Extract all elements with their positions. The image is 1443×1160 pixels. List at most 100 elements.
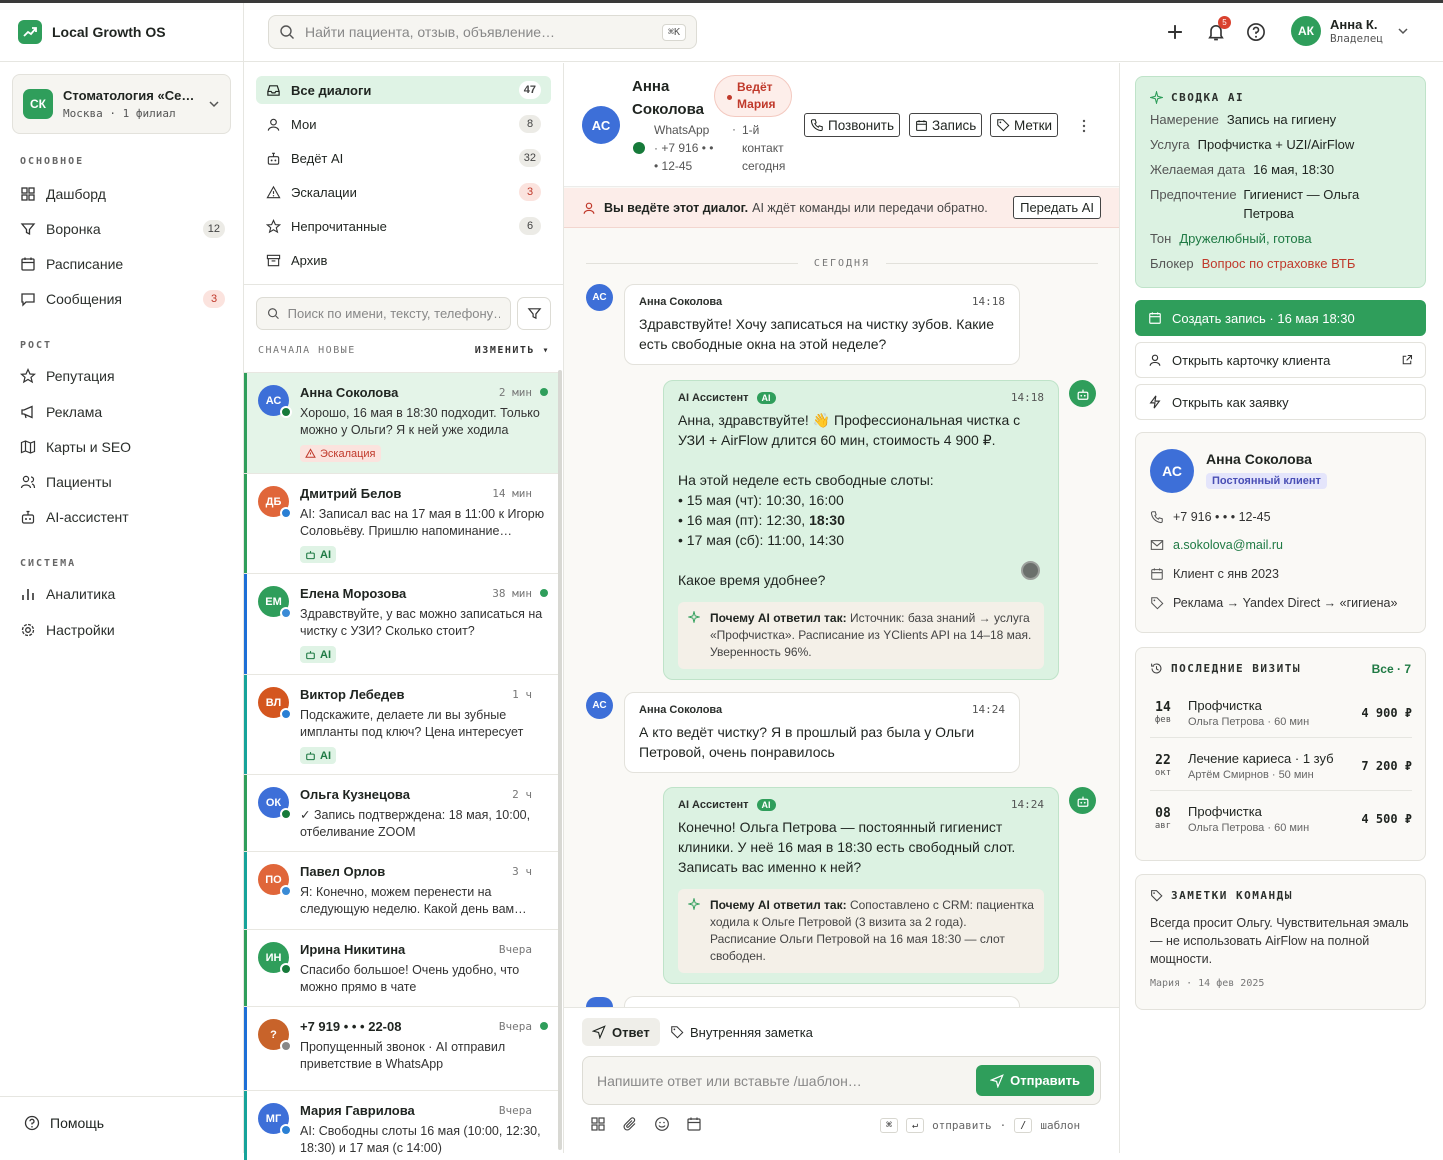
tags-button[interactable]: Метки: [990, 113, 1059, 137]
call-button[interactable]: Позвонить: [804, 113, 900, 137]
nav-item-settings[interactable]: Настройки: [20, 617, 225, 643]
visit-row[interactable]: 08 авг Профчистка Ольга Петрова · 60 мин 4 5…: [1150, 794, 1412, 844]
app-logo[interactable]: Local Growth OS: [18, 20, 166, 44]
conversation-item[interactable]: ИН Ирина Никитина Вчера Спасибо большое! Оч…: [244, 929, 560, 1006]
lead-owner-chip[interactable]: Ведёт Мария: [714, 75, 792, 117]
visits-title: ПОСЛЕДНИЕ ВИЗИТЫ: [1171, 662, 1301, 675]
user-name: Анна К.: [1330, 17, 1378, 32]
nav-item-ai-assistant[interactable]: AI-ассистент: [20, 504, 225, 530]
message-author: Анна Соколова: [639, 703, 723, 716]
message-icon: [21, 293, 35, 307]
search-placeholder: Поиск по имени, тексту, телефону…: [287, 306, 500, 321]
nav-section-title: СИСТЕМА: [20, 558, 77, 569]
nav-item-maps-seo[interactable]: Карты и SEO: [20, 434, 225, 460]
conversation-item[interactable]: ДБ Дмитрий Белов 14 мин AI: Записал вас на …: [244, 473, 560, 573]
user-role: Владелец: [1330, 32, 1383, 45]
summary-value: Профчистка + UZI/AirFlow: [1197, 137, 1355, 152]
filter-archive[interactable]: Архив: [256, 246, 551, 274]
conversation-item[interactable]: ? +7 919 • • • 22-08 Вчера Пропущенный звон…: [244, 1006, 560, 1090]
nav-item-ads[interactable]: Реклама: [20, 399, 225, 425]
conversation-item[interactable]: ПО Павел Орлов 3 ч Я: Конечно, можем перене…: [244, 851, 560, 929]
web-icon: [280, 607, 292, 619]
conversation-item[interactable]: МГ Мария Гаврилова Вчера AI: Свободны слоты…: [244, 1090, 560, 1160]
filter-label: Все диалоги: [291, 82, 372, 98]
tab-internal-note[interactable]: Внутренняя заметка: [660, 1018, 823, 1046]
visit-doctor: Ольга Петрова · 60 мин: [1188, 715, 1310, 728]
calendar-icon[interactable]: [686, 1116, 702, 1132]
list-scrollbar[interactable]: [558, 370, 562, 1150]
nav-item-messages[interactable]: Сообщения 3: [20, 286, 225, 312]
divider: [0, 61, 243, 62]
list-filter-button[interactable]: [517, 297, 551, 330]
open-client-card-button[interactable]: Открыть карточку клиента: [1135, 342, 1426, 378]
summary-value: Запись на гигиену: [1226, 112, 1337, 127]
conversation-item[interactable]: ОК Ольга Кузнецова 2 ч ✓ Запись подтвержден…: [244, 774, 560, 851]
message-text: Какое время удобнее?: [678, 572, 826, 588]
tab-reply[interactable]: Ответ: [582, 1018, 660, 1046]
send-button[interactable]: Отправить: [976, 1065, 1094, 1096]
visit-row[interactable]: 14 фев Профчистка Ольга Петрова · 60 мин 4 9…: [1150, 688, 1412, 738]
handover-ai-button[interactable]: Передать AI: [1013, 196, 1101, 219]
nav-label: Аналитика: [46, 586, 116, 602]
nav-item-dashboard[interactable]: Дашборд: [20, 181, 225, 207]
warning-icon: [305, 448, 316, 458]
ai-badge: AI: [756, 391, 776, 404]
plus-icon[interactable]: [1164, 21, 1186, 43]
reply-input[interactable]: Напишите ответ или вставьте /шаблон… Отп…: [582, 1056, 1101, 1105]
open-as-lead-button[interactable]: Открыть как заявку: [1135, 384, 1426, 420]
filter-count: 47: [518, 81, 541, 99]
conversation-search-input[interactable]: Поиск по имени, тексту, телефону…: [256, 297, 511, 330]
phone-icon: [810, 119, 823, 132]
conversation-item[interactable]: ВЛ Виктор Лебедев 1 ч Подскажите, делаете л…: [244, 674, 560, 774]
filter-all[interactable]: Все диалоги 47: [256, 76, 551, 104]
conversation-preview: ✓ Запись подтверждена: 18 мая, 10:00, от…: [300, 808, 531, 839]
filter-ai[interactable]: Ведёт AI 32: [256, 144, 551, 172]
notifications-button[interactable]: 5: [1206, 16, 1231, 42]
user-menu[interactable]: АК Анна К. Владелец: [1291, 16, 1409, 46]
floating-indicator[interactable]: [1021, 561, 1040, 580]
summary-value: Дружелюбный, готова: [1179, 231, 1312, 246]
conversation-time: 3 ч: [512, 865, 532, 878]
create-appointment-button[interactable]: Создать запись · 16 мая 18:30: [1135, 300, 1426, 336]
filter-count: 32: [518, 149, 541, 167]
visit-row[interactable]: 22 окт Лечение кариеса · 1 зуб Артём Смирно…: [1150, 741, 1412, 791]
unread-dot: [540, 388, 548, 396]
sparkle-icon: [688, 611, 700, 623]
filter-mine[interactable]: Мои 8: [256, 110, 551, 138]
telegram-icon: [280, 1124, 292, 1136]
grid-icon[interactable]: [590, 1116, 606, 1132]
nav-item-schedule[interactable]: Расписание: [20, 251, 225, 277]
nav-label: Пациенты: [46, 474, 112, 490]
avatar: АС: [586, 692, 613, 719]
emoji-icon[interactable]: [654, 1116, 670, 1132]
conversation-name: Елена Морозова: [300, 586, 407, 601]
filter-unread[interactable]: Непрочитанные 6: [256, 212, 551, 240]
help-link[interactable]: Помощь: [24, 1115, 104, 1131]
nav-item-analytics[interactable]: Аналитика: [20, 581, 225, 607]
search-icon: [280, 25, 294, 39]
client-phone-row[interactable]: +7 916 • • • 12-45: [1150, 510, 1271, 524]
conversation-item[interactable]: ЕМ Елена Морозова 38 мин Здравствуйте, у ва…: [244, 573, 560, 674]
message-text: Анна, здравствуйте! 👋 Профессиональная ч…: [678, 412, 1021, 448]
summary-row: Блокер Вопрос по страховке ВТБ: [1150, 254, 1411, 273]
nav-item-reputation[interactable]: Репутация: [20, 363, 225, 389]
telegram-icon: [280, 708, 292, 720]
client-email-row[interactable]: a.sokolova@mail.ru: [1150, 538, 1283, 552]
filter-label: Ведёт AI: [291, 150, 344, 166]
book-button[interactable]: Запись: [909, 113, 983, 137]
visits-all-link[interactable]: Все · 7: [1372, 662, 1411, 676]
conversation-name: Виктор Лебедев: [300, 687, 405, 702]
global-search[interactable]: Найти пациента, отзыв, объявление… ⌘K: [268, 15, 697, 49]
whatsapp-icon: [280, 808, 292, 820]
nav-item-patients[interactable]: Пациенты: [20, 469, 225, 495]
hint-text: шаблон: [1040, 1119, 1081, 1132]
org-switcher[interactable]: СК Стоматология «Се… Москва · 1 филиал: [12, 74, 231, 134]
paperclip-icon[interactable]: [622, 1116, 638, 1132]
slot-item: • 15 мая (чт): 10:30, 16:00: [678, 492, 844, 508]
sort-change-button[interactable]: ИЗМЕНИТЬ ▾: [475, 345, 550, 356]
help-icon[interactable]: [1246, 22, 1266, 42]
filter-escalations[interactable]: Эскалации 3: [256, 178, 551, 206]
more-icon[interactable]: [1080, 118, 1088, 134]
nav-item-funnel[interactable]: Воронка 12: [20, 216, 225, 242]
conversation-item[interactable]: АС Анна Соколова 2 мин Хорошо, 16 мая в 18:…: [244, 372, 560, 473]
